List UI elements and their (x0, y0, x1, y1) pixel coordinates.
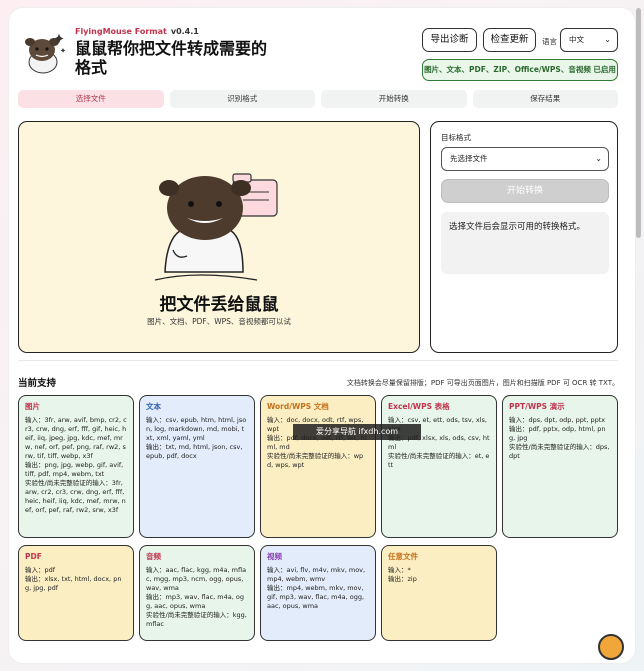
card-input: 输入：* (388, 566, 411, 574)
card-title: PDF (25, 552, 42, 561)
status-badge: 图片、文本、PDF、ZIP、Office/WPS、音视频 已启用 (422, 59, 618, 81)
card-title: PPT/WPS 演示 (509, 402, 565, 411)
file-dropzone[interactable]: 把文件丢给鼠鼠 图片、文档、PDF、WPS、音视频都可以试 (18, 121, 420, 353)
language-value: 中文 (569, 35, 584, 44)
card-title: 任意文件 (388, 552, 418, 561)
card-extra: 实验性/尚未完整验证的输入：dps, dpt (509, 443, 610, 460)
app-window: FlyingMouse Format v0.4.1 鼠鼠帮你把文件转成需要的格式 … (9, 8, 635, 663)
card-extra: 实验性/尚未完整验证的输入：wpd, wps, wpt (267, 452, 364, 469)
divider (18, 360, 618, 361)
support-card-any: 任意文件 输入：* 输出：zip (381, 545, 497, 641)
card-input: 输入：avi, flv, m4v, mkv, mov, mp4, webm, w… (267, 566, 366, 583)
support-card-video: 视频 输入：avi, flv, m4v, mkv, mov, mp4, webm… (260, 545, 376, 641)
card-title: Word/WPS 文档 (267, 402, 329, 411)
support-card-text: 文本 输入：csv, epub, htm, html, json, log, m… (139, 395, 255, 538)
support-note: 文档转换会尽量保留排版；PDF 可导出页面图片，图片和扫描版 PDF 可 OCR… (346, 379, 619, 387)
card-title: 视频 (267, 552, 282, 561)
card-title: 图片 (25, 402, 40, 411)
card-title: 音频 (146, 552, 161, 561)
app-version: v0.4.1 (170, 27, 199, 36)
card-output: 输出：pdf, pptx, odp, html, png, jpg (509, 425, 606, 442)
step-select-file[interactable]: 选择文件 (18, 90, 164, 108)
card-extra: 实验性/尚未完整验证的输入：kgg, mflac (146, 611, 247, 628)
mouse-float-button[interactable] (598, 634, 624, 660)
step-bar: 选择文件 识别格式 开始转换 保存结果 (18, 90, 618, 108)
format-hint: 选择文件后会显示可用的转换格式。 (441, 212, 609, 274)
card-input: 输入：aac, flac, kgg, m4a, mflac, mgg, mp3,… (146, 566, 247, 592)
watermark: 爱分享导航 ifxdh.com (293, 424, 421, 440)
chevron-down-icon: ⌄ (604, 35, 611, 44)
support-card-image: 图片 输入：3fr, arw, avif, bmp, cr2, cr3, crw… (18, 395, 134, 538)
scrollbar[interactable] (636, 8, 641, 238)
card-input: 输入：csv, epub, htm, html, json, log, mark… (146, 416, 247, 442)
step-detect-format[interactable]: 识别格式 (169, 90, 315, 108)
target-format-label: 目标格式 (441, 133, 471, 142)
card-input: 输入：3fr, arw, avif, bmp, cr2, cr3, crw, d… (25, 416, 127, 460)
card-extra: 实验性/尚未完整验证的输入：3fr, arw, cr2, cr3, crw, d… (25, 479, 126, 514)
card-title: 文本 (146, 402, 161, 411)
support-card-word: Word/WPS 文档 输入：doc, docx, odt, rtf, wps,… (260, 395, 376, 538)
check-update-button[interactable]: 检查更新 (483, 28, 536, 52)
support-card-excel: Excel/WPS 表格 输入：csv, et, ett, ods, tsv, … (381, 395, 497, 538)
chevron-down-icon: ⌄ (595, 154, 602, 163)
support-card-audio: 音频 输入：aac, flac, kgg, m4a, mflac, mgg, m… (139, 545, 255, 641)
support-card-ppt: PPT/WPS 演示 输入：dps, dpt, odp, ppt, pptx 输… (502, 395, 618, 538)
step-save-result[interactable]: 保存结果 (472, 90, 618, 108)
convert-panel: 目标格式 先选择文件 ⌄ 开始转换 选择文件后会显示可用的转换格式。 (430, 121, 618, 353)
page-title: 鼠鼠帮你把文件转成需要的格式 (75, 39, 268, 77)
support-title: 当前支持 (18, 378, 57, 389)
card-title: Excel/WPS 表格 (388, 402, 450, 411)
target-format-select[interactable]: 先选择文件 ⌄ (441, 147, 609, 171)
start-convert-button[interactable]: 开始转换 (441, 179, 609, 203)
step-start-convert[interactable]: 开始转换 (321, 90, 467, 108)
app-name: FlyingMouse Format v0.4.1 (75, 27, 199, 36)
header: FlyingMouse Format v0.4.1 鼠鼠帮你把文件转成需要的格式 … (9, 8, 635, 88)
card-output: 输出：zip (388, 575, 417, 583)
card-output: 输出：txt, md, html, json, csv, epub, pdf, … (146, 443, 243, 460)
card-extra: 实验性/尚未完整验证的输入：et, ett (388, 452, 490, 469)
dropzone-subtitle: 图片、文档、PDF、WPS、音视频都可以试 (147, 317, 291, 326)
mouse-mascot-icon (154, 173, 278, 281)
card-input: 输入：dps, dpt, odp, ppt, pptx (509, 416, 606, 424)
support-card-pdf: PDF 输入：pdf 输出：xlsx, txt, html, docx, png… (18, 545, 134, 641)
dropzone-title: 把文件丢给鼠鼠 (159, 295, 279, 315)
card-output: 输出：mp4, webm, mkv, mov, gif, mp3, wav, f… (267, 584, 365, 610)
app-name-text: FlyingMouse Format (75, 27, 167, 36)
language-label: 语言 (542, 37, 557, 46)
mouse-logo-icon (25, 34, 66, 74)
card-output: 输出：mp3, wav, flac, m4a, ogg, aac, opus, … (146, 593, 244, 610)
card-input: 输入：pdf (25, 566, 56, 574)
language-select[interactable]: 中文 ⌄ (560, 28, 618, 52)
target-format-value: 先选择文件 (450, 154, 488, 163)
export-diagnostics-button[interactable]: 导出诊断 (422, 28, 477, 52)
card-output: 输出：png, jpg, webp, gif, avif, tiff, pdf,… (25, 461, 124, 478)
card-output: 输出：xlsx, txt, html, docx, png, jpg, pdf (25, 575, 122, 592)
